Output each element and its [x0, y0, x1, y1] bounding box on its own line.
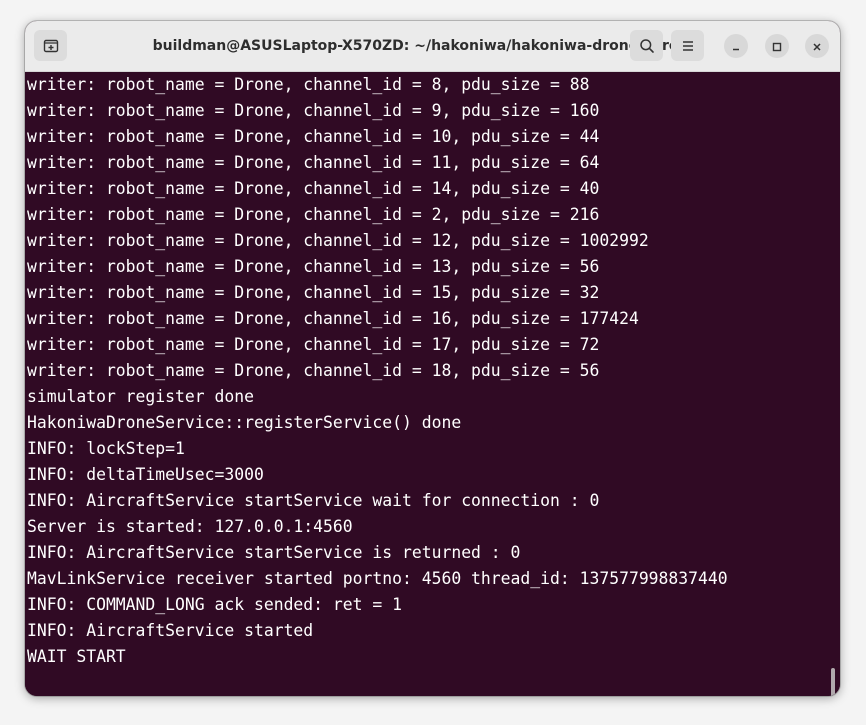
- maximize-icon: [772, 37, 782, 56]
- new-tab-icon: [43, 38, 59, 54]
- minimize-icon: [731, 37, 741, 56]
- terminal-line: INFO: AircraftService started: [27, 621, 314, 640]
- close-icon: [812, 37, 822, 56]
- terminal-line: INFO: COMMAND_LONG ack sended: ret = 1: [27, 595, 402, 614]
- terminal-line: INFO: AircraftService startService is re…: [27, 543, 521, 562]
- hamburger-menu-icon: [681, 39, 695, 53]
- terminal-line: Server is started: 127.0.0.1:4560: [27, 517, 353, 536]
- terminal-line: writer: robot_name = Drone, channel_id =…: [27, 153, 600, 172]
- terminal-line: writer: robot_name = Drone, channel_id =…: [27, 283, 600, 302]
- menu-button[interactable]: [671, 30, 704, 61]
- terminal-output[interactable]: writer: robot_name = Drone, channel_id =…: [25, 72, 840, 696]
- terminal-line: writer: robot_name = Drone, channel_id =…: [27, 179, 600, 198]
- scrollbar-thumb[interactable]: [831, 668, 835, 696]
- terminal-line: INFO: lockStep=1: [27, 439, 185, 458]
- terminal-line: MavLinkService receiver started portno: …: [27, 569, 728, 588]
- window-title: buildman@ASUSLaptop-X570ZD: ~/hakoniwa/h…: [25, 21, 840, 71]
- new-tab-button[interactable]: [34, 30, 67, 61]
- minimize-button[interactable]: [724, 34, 748, 58]
- close-button[interactable]: [805, 34, 829, 58]
- terminal-line: writer: robot_name = Drone, channel_id =…: [27, 231, 649, 250]
- maximize-button[interactable]: [765, 34, 789, 58]
- terminal-line: simulator register done: [27, 387, 254, 406]
- search-icon: [639, 38, 655, 54]
- terminal-line: writer: robot_name = Drone, channel_id =…: [27, 101, 600, 120]
- terminal-line: INFO: AircraftService startService wait …: [27, 491, 600, 510]
- terminal-line: writer: robot_name = Drone, channel_id =…: [27, 205, 600, 224]
- terminal-line: writer: robot_name = Drone, channel_id =…: [27, 361, 600, 380]
- title-bar[interactable]: buildman@ASUSLaptop-X570ZD: ~/hakoniwa/h…: [25, 21, 840, 72]
- terminal-line: writer: robot_name = Drone, channel_id =…: [27, 127, 600, 146]
- terminal-line: HakoniwaDroneService::registerService() …: [27, 413, 462, 432]
- terminal-line: WAIT START: [27, 647, 126, 666]
- search-button[interactable]: [630, 30, 663, 61]
- terminal-line: writer: robot_name = Drone, channel_id =…: [27, 257, 600, 276]
- terminal-line: writer: robot_name = Drone, channel_id =…: [27, 309, 639, 328]
- terminal-window: buildman@ASUSLaptop-X570ZD: ~/hakoniwa/h…: [25, 21, 840, 696]
- terminal-line: writer: robot_name = Drone, channel_id =…: [27, 335, 600, 354]
- terminal-line: writer: robot_name = Drone, channel_id =…: [27, 75, 590, 94]
- window-title-text: buildman@ASUSLaptop-X570ZD: ~/hakoniwa/h…: [152, 38, 679, 54]
- terminal-line: INFO: deltaTimeUsec=3000: [27, 465, 264, 484]
